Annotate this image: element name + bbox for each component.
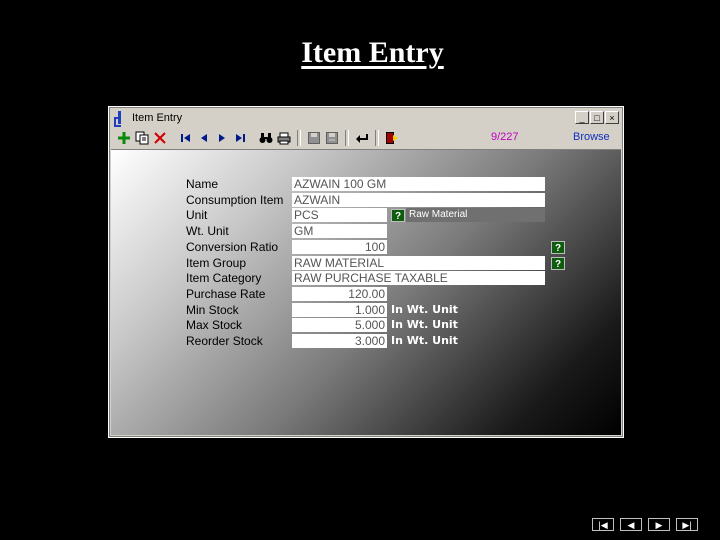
copy-icon[interactable]: [133, 129, 151, 147]
reorder-stock-field[interactable]: 3.000: [292, 334, 387, 348]
min-stock-unit-note: In Wt. Unit: [391, 303, 458, 316]
item-category-label: Item Category: [186, 271, 262, 285]
previous-slide-button[interactable]: ◀: [620, 518, 642, 531]
item-group-help-button[interactable]: ?: [551, 257, 565, 270]
first-record-icon[interactable]: [177, 129, 195, 147]
wt-unit-label: Wt. Unit: [186, 224, 229, 238]
record-counter: 9/227: [491, 131, 519, 143]
purchase-rate-label: Purchase Rate: [186, 287, 266, 301]
find-icon[interactable]: [257, 129, 275, 147]
delete-icon[interactable]: [151, 129, 169, 147]
unit-field[interactable]: PCS: [292, 208, 387, 222]
max-stock-label: Max Stock: [186, 318, 243, 332]
wt-unit-field[interactable]: GM: [292, 224, 387, 238]
save-icon[interactable]: [305, 129, 323, 147]
min-stock-label: Min Stock: [186, 303, 239, 317]
item-group-label: Item Group: [186, 256, 247, 270]
slide-title: Item Entry: [301, 36, 444, 69]
unit-category-display: Raw Material: [406, 208, 545, 222]
min-stock-field[interactable]: 1.000: [292, 303, 387, 317]
item-group-field[interactable]: RAW MATERIAL: [292, 256, 545, 270]
app-icon: [114, 111, 126, 127]
save-disabled-icon[interactable]: [323, 129, 341, 147]
conversion-ratio-label: Conversion Ratio: [186, 240, 279, 254]
slide-navigation: |◀ ◀ ▶ ▶|: [592, 518, 698, 531]
mode-indicator: Browse: [573, 131, 610, 143]
previous-record-icon[interactable]: [195, 129, 213, 147]
next-record-icon[interactable]: [213, 129, 231, 147]
conversion-help-button[interactable]: ?: [551, 241, 565, 254]
title-bar[interactable]: Item Entry _ □ ×: [111, 109, 621, 127]
last-slide-button[interactable]: ▶|: [676, 518, 698, 531]
reorder-stock-label: Reorder Stock: [186, 334, 263, 348]
add-icon[interactable]: [115, 129, 133, 147]
conversion-ratio-field[interactable]: 100: [292, 240, 387, 254]
undo-icon[interactable]: [353, 129, 371, 147]
next-slide-button[interactable]: ▶: [648, 518, 670, 531]
last-record-icon[interactable]: [231, 129, 249, 147]
toolbar: 9/227 Browse: [111, 127, 621, 150]
unit-help-button[interactable]: ?: [391, 209, 405, 222]
maximize-button[interactable]: □: [590, 111, 604, 124]
close-button[interactable]: ×: [605, 111, 619, 124]
consumption-item-label: Consumption Item: [186, 193, 284, 207]
item-entry-window: Item Entry _ □ × 9/227 Browse Name AZWAI…: [108, 106, 624, 438]
exit-icon[interactable]: [383, 129, 401, 147]
max-stock-field[interactable]: 5.000: [292, 318, 387, 332]
print-icon[interactable]: [275, 129, 293, 147]
consumption-item-field[interactable]: AZWAIN: [292, 193, 545, 207]
reorder-stock-unit-note: In Wt. Unit: [391, 334, 458, 347]
minimize-button[interactable]: _: [575, 111, 589, 124]
first-slide-button[interactable]: |◀: [592, 518, 614, 531]
item-category-field[interactable]: RAW PURCHASE TAXABLE: [292, 271, 545, 285]
unit-label: Unit: [186, 208, 208, 222]
max-stock-unit-note: In Wt. Unit: [391, 318, 458, 331]
window-title: Item Entry: [132, 112, 183, 124]
item-form: Name AZWAIN 100 GM Consumption Item AZWA…: [111, 150, 621, 435]
name-label: Name: [186, 177, 219, 191]
purchase-rate-field[interactable]: 120.00: [292, 287, 387, 301]
name-field[interactable]: AZWAIN 100 GM: [292, 177, 545, 191]
